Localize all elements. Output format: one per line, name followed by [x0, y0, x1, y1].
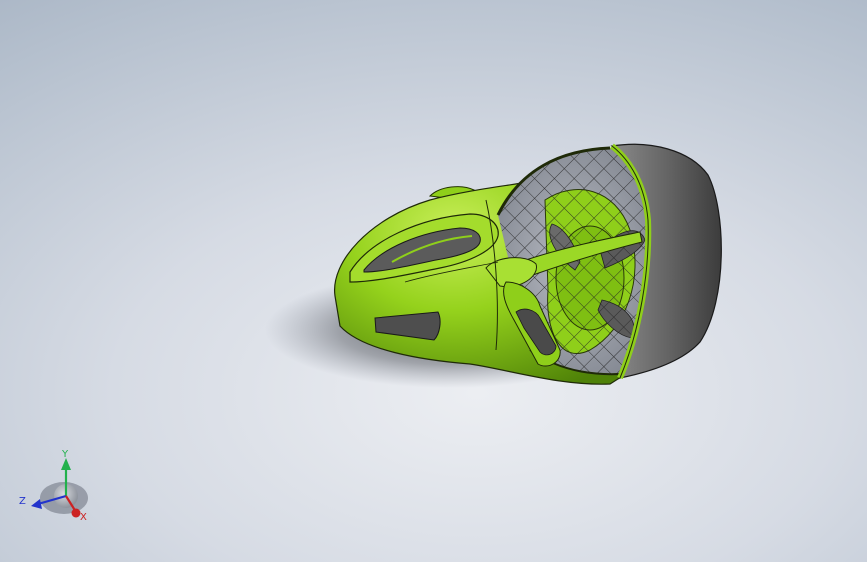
- x-axis-label: X: [80, 512, 87, 523]
- z-axis-label: Z: [19, 496, 26, 507]
- y-axis-label: Y: [61, 449, 69, 460]
- coordinate-triad[interactable]: Y Z X: [14, 446, 94, 526]
- cad-model[interactable]: [0, 0, 867, 562]
- graphics-viewport[interactable]: Y Z X: [0, 0, 867, 562]
